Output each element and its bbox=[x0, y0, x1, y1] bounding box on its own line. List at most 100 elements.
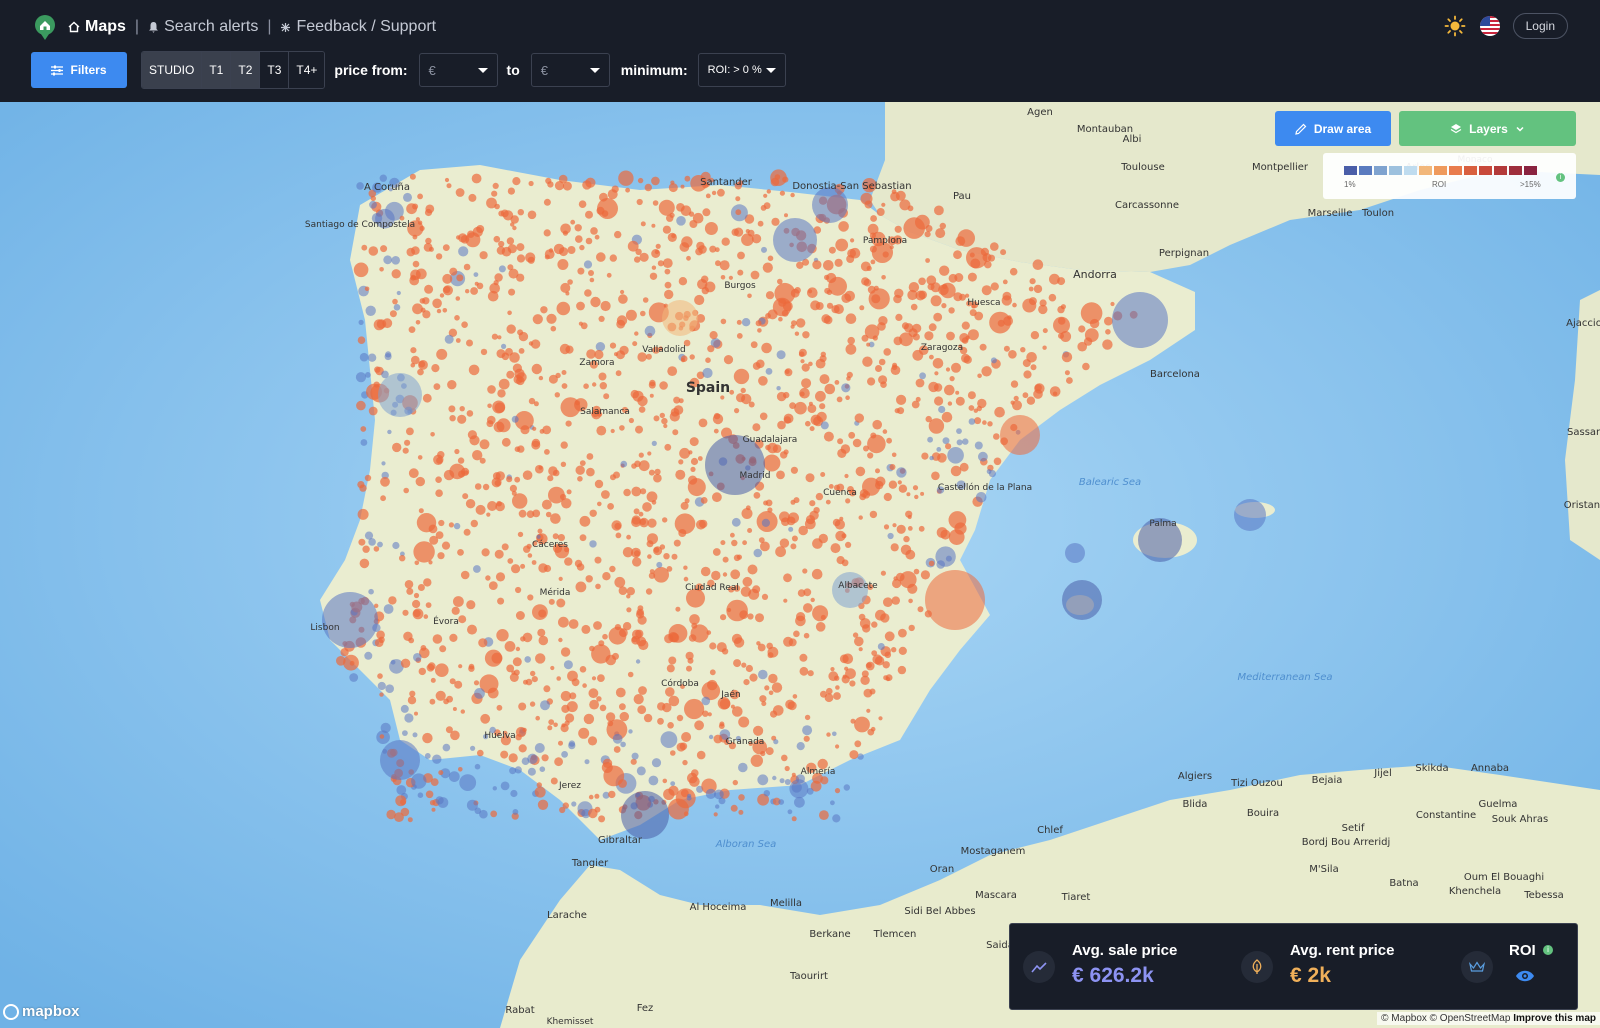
roi-marker[interactable] bbox=[511, 415, 519, 423]
roi-marker[interactable] bbox=[644, 325, 656, 337]
roi-marker[interactable] bbox=[368, 246, 379, 256]
roi-marker[interactable] bbox=[634, 256, 641, 263]
roi-marker[interactable] bbox=[420, 645, 427, 651]
roi-marker[interactable] bbox=[875, 468, 880, 474]
roi-marker[interactable] bbox=[537, 628, 546, 637]
roi-marker[interactable] bbox=[362, 545, 370, 553]
roi-marker[interactable] bbox=[758, 669, 768, 680]
roi-marker[interactable] bbox=[432, 298, 442, 309]
roi-marker[interactable] bbox=[543, 229, 551, 237]
roi-marker[interactable] bbox=[393, 304, 401, 311]
roi-marker[interactable] bbox=[535, 653, 546, 664]
roi-marker[interactable] bbox=[651, 440, 657, 446]
roi-marker[interactable] bbox=[466, 799, 478, 811]
roi-marker[interactable] bbox=[690, 457, 699, 466]
roi-marker[interactable] bbox=[819, 403, 826, 410]
roi-marker[interactable] bbox=[635, 425, 643, 434]
roi-marker[interactable] bbox=[544, 449, 550, 455]
roi-marker[interactable] bbox=[550, 665, 555, 671]
roi-marker[interactable] bbox=[412, 303, 423, 315]
roi-marker[interactable] bbox=[465, 499, 476, 509]
roi-marker[interactable] bbox=[553, 722, 558, 728]
roi-marker[interactable] bbox=[591, 676, 597, 681]
roi-marker[interactable] bbox=[861, 334, 869, 342]
roi-marker[interactable] bbox=[651, 176, 660, 186]
roi-marker[interactable] bbox=[881, 275, 886, 280]
roi-marker[interactable] bbox=[491, 190, 498, 197]
roi-marker[interactable] bbox=[747, 293, 752, 299]
roi-marker[interactable] bbox=[506, 476, 513, 483]
roi-marker[interactable] bbox=[534, 743, 545, 753]
roi-marker[interactable] bbox=[707, 679, 718, 691]
roi-marker[interactable] bbox=[653, 473, 662, 483]
roi-marker[interactable] bbox=[480, 348, 488, 356]
roi-marker[interactable] bbox=[815, 358, 826, 369]
roi-marker[interactable] bbox=[444, 334, 454, 344]
roi-marker[interactable] bbox=[941, 303, 947, 309]
roi-marker[interactable] bbox=[662, 225, 672, 234]
roi-marker[interactable] bbox=[849, 750, 859, 760]
roi-marker[interactable] bbox=[930, 295, 942, 307]
roi-marker[interactable] bbox=[479, 809, 488, 819]
roi-marker[interactable] bbox=[974, 441, 983, 450]
roi-marker[interactable] bbox=[925, 225, 933, 232]
roi-marker[interactable] bbox=[669, 411, 680, 422]
roi-marker[interactable] bbox=[487, 687, 499, 699]
roi-marker[interactable] bbox=[891, 364, 898, 371]
roi-marker[interactable] bbox=[412, 203, 419, 210]
roi-marker[interactable] bbox=[507, 187, 515, 195]
roi-marker[interactable] bbox=[453, 596, 464, 607]
roi-marker[interactable] bbox=[651, 500, 657, 505]
roi-marker[interactable] bbox=[854, 636, 864, 647]
roi-marker[interactable] bbox=[619, 425, 625, 431]
roi-marker[interactable] bbox=[928, 323, 937, 332]
roi-marker[interactable] bbox=[505, 348, 513, 356]
roi-marker[interactable] bbox=[583, 260, 593, 269]
roi-marker[interactable] bbox=[445, 726, 453, 734]
roi-marker[interactable] bbox=[717, 188, 725, 197]
roi-marker[interactable] bbox=[436, 308, 442, 314]
roi-marker[interactable] bbox=[556, 301, 571, 316]
roi-marker[interactable] bbox=[765, 747, 774, 756]
roi-marker[interactable] bbox=[412, 732, 418, 738]
roi-marker[interactable] bbox=[1000, 249, 1007, 256]
roi-marker[interactable] bbox=[432, 634, 443, 644]
room-option-t2[interactable]: T2 bbox=[231, 52, 261, 88]
roi-marker[interactable] bbox=[967, 329, 979, 341]
roi-marker[interactable] bbox=[944, 384, 955, 396]
roi-marker[interactable] bbox=[766, 189, 771, 194]
roi-marker[interactable] bbox=[603, 393, 610, 400]
roi-marker[interactable] bbox=[686, 255, 691, 261]
roi-marker[interactable] bbox=[1082, 362, 1090, 371]
roi-marker[interactable] bbox=[676, 216, 686, 226]
roi-marker[interactable] bbox=[689, 437, 699, 447]
roi-marker[interactable] bbox=[642, 502, 652, 512]
roi-marker[interactable] bbox=[588, 808, 598, 819]
roi-marker[interactable] bbox=[564, 720, 570, 726]
roi-marker[interactable] bbox=[934, 205, 944, 216]
roi-marker[interactable] bbox=[897, 480, 902, 485]
roi-marker[interactable] bbox=[1026, 352, 1037, 363]
roi-marker[interactable] bbox=[457, 414, 467, 424]
roi-marker[interactable] bbox=[741, 662, 747, 668]
roi-marker[interactable] bbox=[627, 671, 634, 678]
roi-marker[interactable] bbox=[609, 342, 617, 349]
roi-marker[interactable] bbox=[664, 281, 672, 289]
roi-marker[interactable] bbox=[349, 673, 359, 682]
roi-marker[interactable] bbox=[517, 445, 525, 453]
roi-marker[interactable] bbox=[778, 799, 785, 805]
roi-marker[interactable] bbox=[893, 576, 898, 581]
roi-marker[interactable] bbox=[558, 637, 563, 643]
roi-marker[interactable] bbox=[540, 700, 550, 711]
roi-marker[interactable] bbox=[412, 599, 421, 609]
roi-marker[interactable] bbox=[516, 243, 525, 252]
roi-marker[interactable] bbox=[651, 758, 662, 768]
roi-marker[interactable] bbox=[844, 290, 855, 302]
roi-marker[interactable] bbox=[632, 341, 638, 347]
roi-marker[interactable] bbox=[794, 331, 800, 336]
roi-marker[interactable] bbox=[760, 205, 767, 211]
roi-marker[interactable] bbox=[436, 348, 448, 360]
roi-marker[interactable] bbox=[618, 294, 628, 304]
roi-marker[interactable] bbox=[406, 427, 414, 436]
roi-marker[interactable] bbox=[796, 742, 805, 751]
